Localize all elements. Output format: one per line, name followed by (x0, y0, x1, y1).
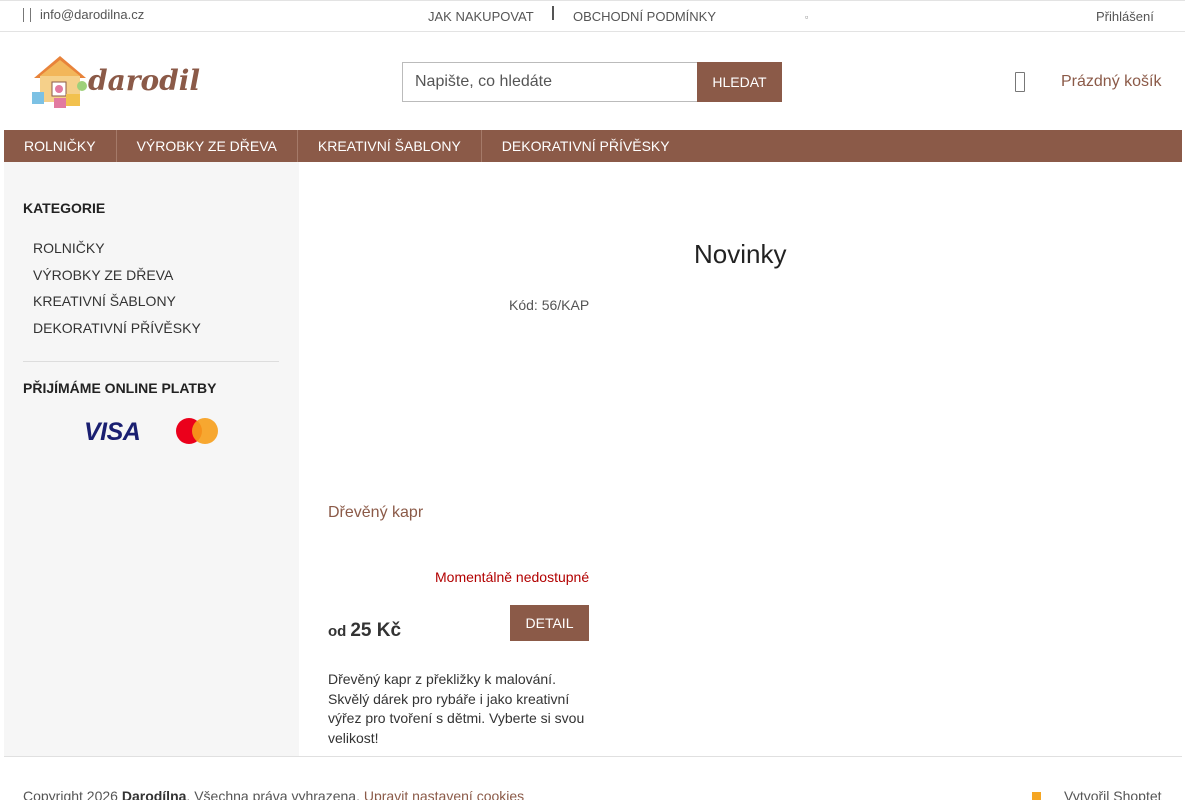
cart-label[interactable]: Prázdný košík (1061, 73, 1161, 91)
product-description: Dřevěný kapr z překližky k malování. Skv… (328, 671, 585, 746)
copyright-prefix: Copyright 2026 (23, 788, 118, 800)
menu-item-dekorativni-privesky[interactable]: DEKORATIVNÍ PŘÍVĚSKY (482, 130, 690, 162)
contact-email[interactable]: info@darodilna.cz (23, 7, 144, 22)
price-value: 25 Kč (350, 620, 402, 641)
sidebar-item-vyrobky-ze-dreva[interactable]: VÝROBKY ZE DŘEVA (33, 266, 201, 293)
product-price: od 25 Kč (328, 620, 401, 642)
footer-divider (4, 756, 1182, 757)
product-name-link[interactable]: Dřevěný kapr (328, 504, 423, 522)
product-code: Kód: 56/KAP (509, 297, 590, 313)
logo-image: darodilna (32, 56, 239, 108)
mail-icon (23, 7, 31, 22)
footer-copyright: Copyright 2026 Darodílna. Všechna práva … (23, 788, 524, 800)
top-bar: info@darodilna.cz JAK NAKUPOVAT OBCHODNÍ… (0, 0, 1185, 32)
email-text[interactable]: info@darodilna.cz (40, 7, 144, 22)
sidebar-item-rolnicky[interactable]: ROLNIČKY (33, 239, 201, 266)
rights-text: . Všechna práva vyhrazena. (186, 788, 360, 800)
nav-link-terms[interactable]: OBCHODNÍ PODMÍNKY (573, 9, 716, 24)
menu-item-rolnicky[interactable]: ROLNIČKY (4, 130, 117, 162)
visa-logo: VISA (84, 418, 141, 446)
nav-link-how-to-buy[interactable]: JAK NAKUPOVAT (428, 9, 534, 24)
cookie-settings-link[interactable]: Upravit nastavení cookies (364, 788, 524, 800)
categories-heading: KATEGORIE (23, 200, 106, 216)
detail-button[interactable]: DETAIL (510, 605, 589, 641)
sidebar-item-kreativni-sablony[interactable]: KREATIVNÍ ŠABLONY (33, 292, 201, 319)
brand-name: Darodílna (121, 788, 187, 800)
category-list: ROLNIČKY VÝROBKY ZE DŘEVA KREATIVNÍ ŠABL… (33, 239, 201, 345)
payments-heading: PŘIJÍMÁME ONLINE PLATBY (23, 380, 217, 396)
logo-text: darodilna (88, 64, 200, 97)
dropdown-icon[interactable]: ▫ (805, 12, 808, 22)
search-input[interactable] (402, 62, 697, 102)
main-menu: ROLNIČKY VÝROBKY ZE DŘEVA KREATIVNÍ ŠABL… (4, 130, 1182, 162)
sidebar-item-dekorativni-privesky[interactable]: DEKORATIVNÍ PŘÍVĚSKY (33, 319, 201, 346)
page-title: Novinky (694, 239, 787, 269)
search-form: HLEDAT (402, 62, 782, 102)
mastercard-logo (176, 418, 220, 444)
footer-credits[interactable]: Vytvořil Shoptet (1024, 784, 1162, 800)
created-by-text[interactable]: Vytvořil Shoptet (1064, 788, 1162, 800)
cart-icon[interactable] (1015, 72, 1025, 92)
nav-separator (552, 6, 554, 20)
menu-item-vyrobky-ze-dreva[interactable]: VÝROBKY ZE DŘEVA (117, 130, 298, 162)
shoptet-icon (1024, 784, 1050, 800)
login-link[interactable]: Přihlášení (1096, 9, 1154, 24)
search-button[interactable]: HLEDAT (697, 62, 782, 102)
sidebar-divider (23, 361, 279, 362)
site-logo[interactable]: darodilna (30, 52, 239, 110)
menu-item-kreativni-sablony[interactable]: KREATIVNÍ ŠABLONY (298, 130, 482, 162)
price-prefix: od (328, 623, 347, 640)
sidebar: KATEGORIE ROLNIČKY VÝROBKY ZE DŘEVA KREA… (4, 162, 299, 756)
availability-status: Momentálně nedostupné (435, 569, 590, 585)
